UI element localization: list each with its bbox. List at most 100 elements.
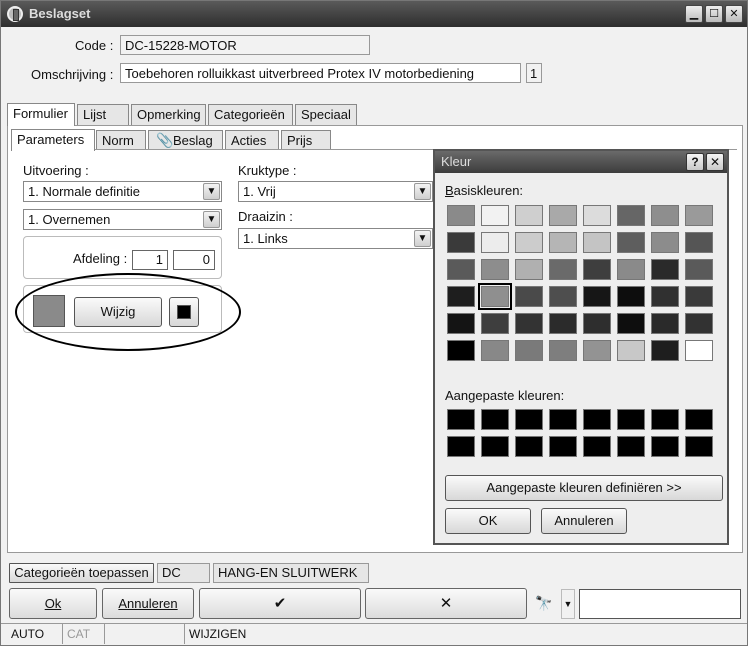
- custom-color-swatch[interactable]: [447, 436, 475, 457]
- kruktype-select[interactable]: 1. Vrij ▼: [238, 181, 433, 202]
- basic-color-swatch[interactable]: [515, 340, 543, 361]
- tab-speciaal[interactable]: Speciaal: [295, 104, 357, 125]
- search-dropdown-icon[interactable]: ▼: [561, 589, 575, 619]
- dialog-cancel-button[interactable]: Annuleren: [541, 508, 627, 534]
- uitvoering-select[interactable]: 1. Normale definitie ▼: [23, 181, 222, 202]
- basic-color-swatch[interactable]: [583, 232, 611, 253]
- basic-color-swatch[interactable]: [617, 232, 645, 253]
- basic-color-swatch[interactable]: [685, 205, 713, 226]
- basic-color-swatch[interactable]: [515, 313, 543, 334]
- binoculars-icon[interactable]: 🔭: [535, 595, 552, 612]
- help-icon[interactable]: ?: [686, 153, 704, 171]
- close-icon[interactable]: ✕: [725, 5, 743, 23]
- close-icon[interactable]: ✕: [706, 153, 724, 171]
- custom-color-swatch[interactable]: [617, 409, 645, 430]
- color-picker-button[interactable]: [169, 297, 199, 327]
- basic-color-swatch[interactable]: [651, 313, 679, 334]
- basic-color-swatch[interactable]: [617, 205, 645, 226]
- custom-color-swatch[interactable]: [447, 409, 475, 430]
- tab-acties[interactable]: Acties: [225, 130, 279, 150]
- basic-color-swatch[interactable]: [515, 232, 543, 253]
- dialog-ok-button[interactable]: OK: [445, 508, 531, 534]
- basic-color-swatch[interactable]: [549, 259, 577, 280]
- custom-color-swatch[interactable]: [651, 436, 679, 457]
- basic-color-swatch[interactable]: [549, 340, 577, 361]
- tab-prijs[interactable]: Prijs: [281, 130, 331, 150]
- discard-cross-button[interactable]: ✕: [365, 588, 527, 619]
- basic-color-swatch[interactable]: [549, 205, 577, 226]
- custom-color-swatch[interactable]: [685, 409, 713, 430]
- custom-color-swatch[interactable]: [583, 409, 611, 430]
- minimize-icon[interactable]: ▁: [685, 5, 703, 23]
- basic-color-swatch[interactable]: [447, 232, 475, 253]
- basic-color-swatch[interactable]: [549, 286, 577, 307]
- tab-opmerking[interactable]: Opmerking: [131, 104, 206, 125]
- basic-color-swatch[interactable]: [447, 286, 475, 307]
- wijzig-button[interactable]: Wijzig: [74, 297, 162, 327]
- basic-color-swatch[interactable]: [685, 340, 713, 361]
- custom-color-swatch[interactable]: [515, 436, 543, 457]
- ok-button[interactable]: Ok: [9, 588, 97, 619]
- chevron-down-icon[interactable]: ▼: [414, 230, 431, 247]
- basic-color-swatch[interactable]: [481, 259, 509, 280]
- basic-color-swatch[interactable]: [583, 340, 611, 361]
- code-field[interactable]: DC-15228-MOTOR: [120, 35, 370, 55]
- basic-color-swatch[interactable]: [478, 283, 512, 310]
- basic-color-swatch[interactable]: [481, 340, 509, 361]
- basic-color-swatch[interactable]: [617, 286, 645, 307]
- basic-color-swatch[interactable]: [515, 259, 543, 280]
- basic-color-swatch[interactable]: [651, 259, 679, 280]
- overnemen-select[interactable]: 1. Overnemen ▼: [23, 209, 222, 230]
- custom-color-swatch[interactable]: [685, 436, 713, 457]
- basic-color-swatch[interactable]: [583, 259, 611, 280]
- chevron-down-icon[interactable]: ▼: [203, 183, 220, 200]
- search-input[interactable]: [579, 589, 741, 619]
- custom-color-swatch[interactable]: [651, 409, 679, 430]
- basic-color-swatch[interactable]: [447, 313, 475, 334]
- basic-color-swatch[interactable]: [549, 232, 577, 253]
- basic-color-swatch[interactable]: [685, 286, 713, 307]
- afdeling-field-2[interactable]: 0: [173, 250, 215, 270]
- basic-color-swatch[interactable]: [481, 205, 509, 226]
- afdeling-field-1[interactable]: 1: [132, 250, 168, 270]
- custom-color-swatch[interactable]: [617, 436, 645, 457]
- basic-color-swatch[interactable]: [447, 259, 475, 280]
- basic-color-swatch[interactable]: [685, 232, 713, 253]
- define-custom-colors-button[interactable]: Aangepaste kleuren definiëren >>: [445, 475, 723, 501]
- tab-categorieen[interactable]: Categorieën: [208, 104, 293, 125]
- basic-color-swatch[interactable]: [583, 313, 611, 334]
- maximize-icon[interactable]: ☐: [705, 5, 723, 23]
- basic-color-swatch[interactable]: [617, 259, 645, 280]
- description-field[interactable]: Toebehoren rolluikkast uitverbreed Prote…: [120, 63, 521, 83]
- chevron-down-icon[interactable]: ▼: [203, 211, 220, 228]
- basic-color-swatch[interactable]: [515, 286, 543, 307]
- categorieen-toepassen-button[interactable]: Categorieën toepassen: [9, 563, 154, 583]
- basic-color-swatch[interactable]: [651, 340, 679, 361]
- basic-color-swatch[interactable]: [651, 205, 679, 226]
- custom-color-swatch[interactable]: [583, 436, 611, 457]
- basic-color-swatch[interactable]: [685, 313, 713, 334]
- basic-color-swatch[interactable]: [481, 232, 509, 253]
- custom-color-swatch[interactable]: [515, 409, 543, 430]
- basic-color-swatch[interactable]: [481, 313, 509, 334]
- tab-lijst[interactable]: Lijst: [77, 104, 129, 125]
- custom-color-swatch[interactable]: [549, 409, 577, 430]
- basic-color-swatch[interactable]: [515, 205, 543, 226]
- tab-parameters[interactable]: Parameters: [11, 129, 95, 151]
- custom-color-swatch[interactable]: [481, 436, 509, 457]
- basic-color-swatch[interactable]: [447, 340, 475, 361]
- basic-color-swatch[interactable]: [685, 259, 713, 280]
- custom-color-swatch[interactable]: [481, 409, 509, 430]
- basic-color-swatch[interactable]: [651, 286, 679, 307]
- basic-color-swatch[interactable]: [583, 286, 611, 307]
- basic-color-swatch[interactable]: [617, 340, 645, 361]
- chevron-down-icon[interactable]: ▼: [414, 183, 431, 200]
- annuleren-button[interactable]: Annuleren: [102, 588, 194, 619]
- confirm-check-button[interactable]: ✔: [199, 588, 361, 619]
- draaizin-select[interactable]: 1. Links ▼: [238, 228, 433, 249]
- tab-norm[interactable]: Norm: [96, 130, 146, 150]
- basic-color-swatch[interactable]: [617, 313, 645, 334]
- tab-formulier[interactable]: Formulier: [7, 103, 75, 126]
- basic-color-swatch[interactable]: [651, 232, 679, 253]
- basic-color-swatch[interactable]: [447, 205, 475, 226]
